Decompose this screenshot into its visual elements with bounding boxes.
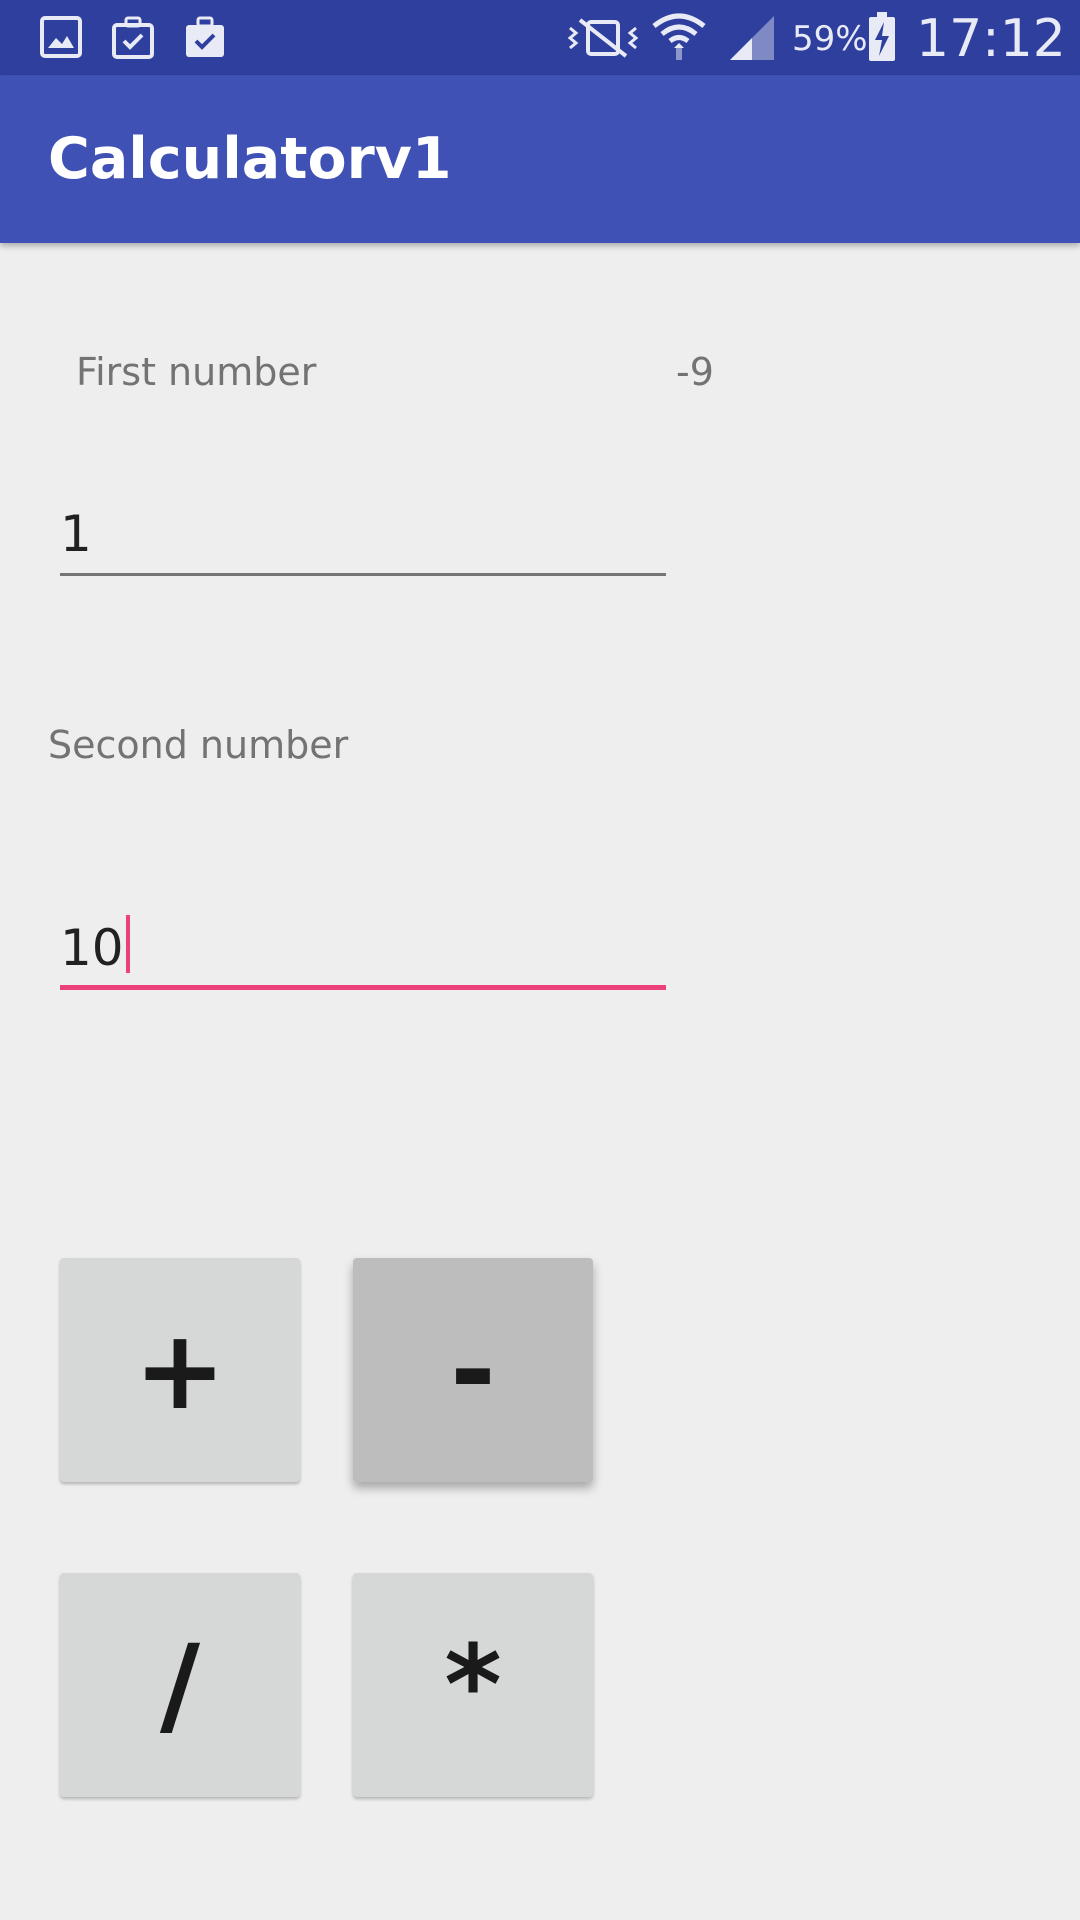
- text-cursor: [125, 915, 130, 973]
- result-value: -9: [676, 350, 714, 394]
- vibrate-mute-icon: [566, 16, 640, 65]
- second-number-underline: [60, 985, 666, 990]
- app-bar: Calculatorv1: [0, 75, 1080, 243]
- second-number-value: 10: [60, 919, 124, 977]
- briefcase-check-icon: [110, 16, 156, 65]
- briefcase-check-icon: [182, 16, 228, 65]
- add-button[interactable]: +: [60, 1258, 300, 1482]
- first-number-underline: [60, 573, 666, 576]
- battery-charging-icon: [868, 12, 896, 67]
- second-number-label: Second number: [48, 723, 349, 767]
- first-number-field[interactable]: 1: [60, 486, 666, 576]
- subtract-button[interactable]: -: [353, 1258, 593, 1482]
- first-number-label: First number: [76, 350, 317, 394]
- status-bar: 59% 17:12: [0, 0, 1080, 75]
- first-number-value: 1: [60, 505, 92, 563]
- second-number-text: 10: [60, 915, 130, 978]
- multiply-button[interactable]: *: [353, 1573, 593, 1797]
- clock: 17:12: [916, 9, 1066, 69]
- signal-icon: [724, 14, 776, 67]
- second-number-field[interactable]: 10: [60, 900, 666, 990]
- app-title: Calculatorv1: [48, 126, 452, 192]
- gallery-icon: [40, 16, 82, 63]
- divide-button[interactable]: /: [60, 1573, 300, 1797]
- battery-percent: 59%: [792, 19, 868, 59]
- wifi-icon: [652, 10, 706, 67]
